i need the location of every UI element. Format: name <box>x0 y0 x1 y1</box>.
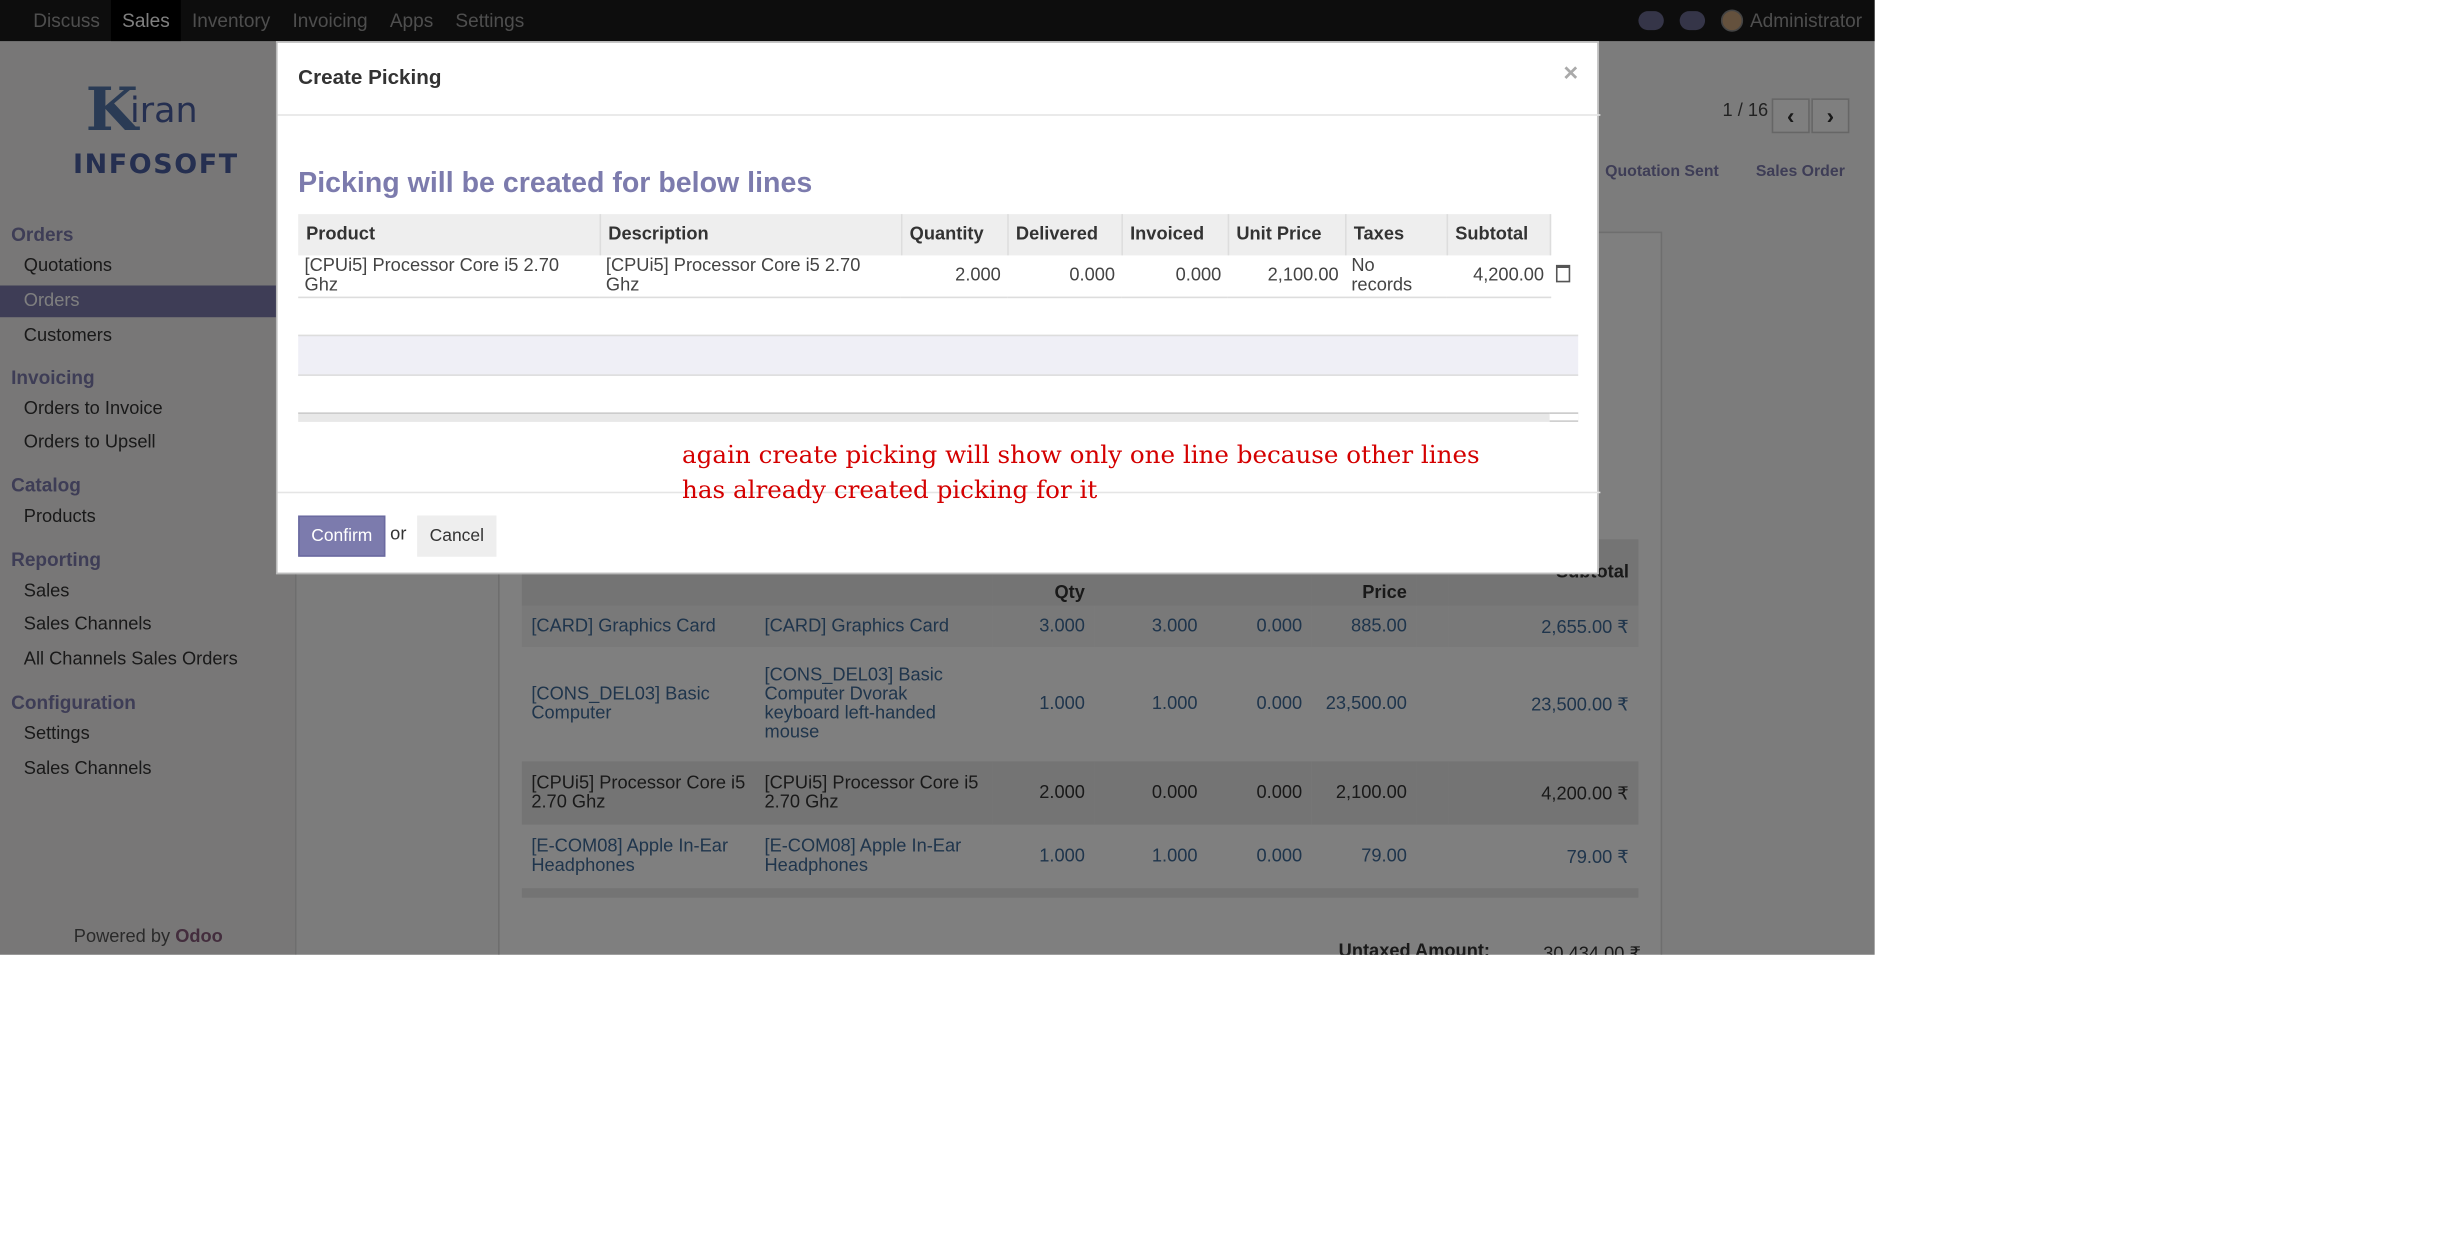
trash-icon[interactable] <box>1555 264 1571 283</box>
dialog-title: Create Picking <box>298 65 442 89</box>
annotation-line-2: has already created picking for it <box>682 475 1098 505</box>
app-window: Discuss Sales Inventory Invoicing Apps S… <box>0 0 1875 955</box>
row-subtotal: 4,200.00 <box>1446 255 1551 298</box>
col-delivered[interactable]: Delivered <box>1007 214 1123 256</box>
col-invoiced[interactable]: Invoiced <box>1121 214 1229 256</box>
row-taxes: No records <box>1345 255 1447 298</box>
row-invoiced: 0.000 <box>1121 255 1228 298</box>
row-quantity: 2.000 <box>900 255 1008 298</box>
col-taxes[interactable]: Taxes <box>1345 214 1448 256</box>
col-description[interactable]: Description <box>599 214 902 256</box>
row-description: [CPUi5] Processor Core i5 2.70 Ghz <box>599 255 901 298</box>
add-line-row[interactable] <box>298 334 1579 376</box>
confirm-button[interactable]: Confirm <box>298 515 386 557</box>
picking-heading: Picking will be created for below lines <box>298 166 813 199</box>
col-subtotal[interactable]: Subtotal <box>1446 214 1552 256</box>
table-footer-end <box>1549 412 1579 422</box>
close-icon[interactable]: × <box>1563 60 1578 89</box>
col-quantity[interactable]: Quantity <box>900 214 1008 256</box>
row-product: [CPUi5] Processor Core i5 2.70 Ghz <box>298 255 600 298</box>
col-unit-price[interactable]: Unit Price <box>1227 214 1346 256</box>
table-row[interactable]: [CPUi5] Processor Core i5 2.70 Ghz [CPUi… <box>298 255 1551 298</box>
or-text: or <box>390 524 407 545</box>
dialog-header: Create Picking × <box>277 43 1601 116</box>
annotation-line-1: again create picking will show only one … <box>682 440 1480 470</box>
cancel-button[interactable]: Cancel <box>417 515 497 557</box>
table-footer <box>298 412 1579 422</box>
annotation-note: again create picking will show only one … <box>682 438 1570 508</box>
row-delivered: 0.000 <box>1007 255 1122 298</box>
row-unit-price: 2,100.00 <box>1227 255 1346 298</box>
col-product[interactable]: Product <box>298 214 601 256</box>
picking-lines-table: Product Description Quantity Delivered I… <box>298 214 1552 298</box>
